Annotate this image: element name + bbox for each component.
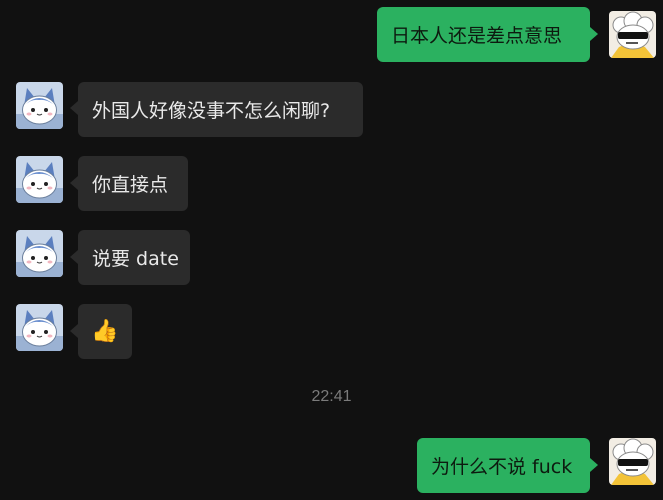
message-bubble[interactable]: 👍 <box>78 304 132 359</box>
bubble-tail <box>70 101 78 115</box>
thumbs-up-emoji: 👍 <box>91 319 119 344</box>
bubble-tail <box>590 458 598 472</box>
cat-avatar-icon <box>16 156 63 203</box>
bubble-tail <box>70 324 78 338</box>
message-bubble[interactable]: 为什么不说 fuck <box>417 438 590 493</box>
bubble-tail <box>70 250 78 264</box>
message-row-incoming: 👍 <box>0 298 663 368</box>
message-bubble[interactable]: 说要 date <box>78 230 190 285</box>
message-row-incoming: 说要 date <box>0 224 663 294</box>
sunglasses-sheep-avatar[interactable] <box>609 11 656 58</box>
message-text: 你直接点 <box>92 174 169 196</box>
blue-cat-avatar[interactable] <box>16 230 63 277</box>
cat-avatar-icon <box>16 230 63 277</box>
message-text: 日本人还是差点意思 <box>391 25 563 47</box>
message-bubble[interactable]: 你直接点 <box>78 156 188 211</box>
cat-avatar-icon <box>16 82 63 129</box>
blue-cat-avatar[interactable] <box>16 156 63 203</box>
message-bubble[interactable]: 日本人还是差点意思 <box>377 7 590 62</box>
sheep-avatar-icon <box>609 438 656 485</box>
bubble-tail <box>590 27 598 41</box>
cat-avatar-icon <box>16 304 63 351</box>
message-row-outgoing: 日本人还是差点意思 <box>0 0 663 62</box>
message-row-incoming: 外国人好像没事不怎么闲聊? <box>0 75 663 145</box>
blue-cat-avatar[interactable] <box>16 82 63 129</box>
message-timestamp: 22:41 <box>311 388 352 405</box>
blue-cat-avatar[interactable] <box>16 304 63 351</box>
bubble-tail <box>70 176 78 190</box>
message-row-incoming: 你直接点 <box>0 150 663 220</box>
sunglasses-sheep-avatar[interactable] <box>609 438 656 485</box>
message-row-outgoing: 为什么不说 fuck <box>0 432 663 500</box>
message-bubble[interactable]: 外国人好像没事不怎么闲聊? <box>78 82 363 137</box>
message-text: 为什么不说 fuck <box>431 456 573 478</box>
sheep-avatar-icon <box>609 11 656 58</box>
message-text: 外国人好像没事不怎么闲聊? <box>92 100 331 122</box>
message-text: 说要 date <box>92 248 179 270</box>
